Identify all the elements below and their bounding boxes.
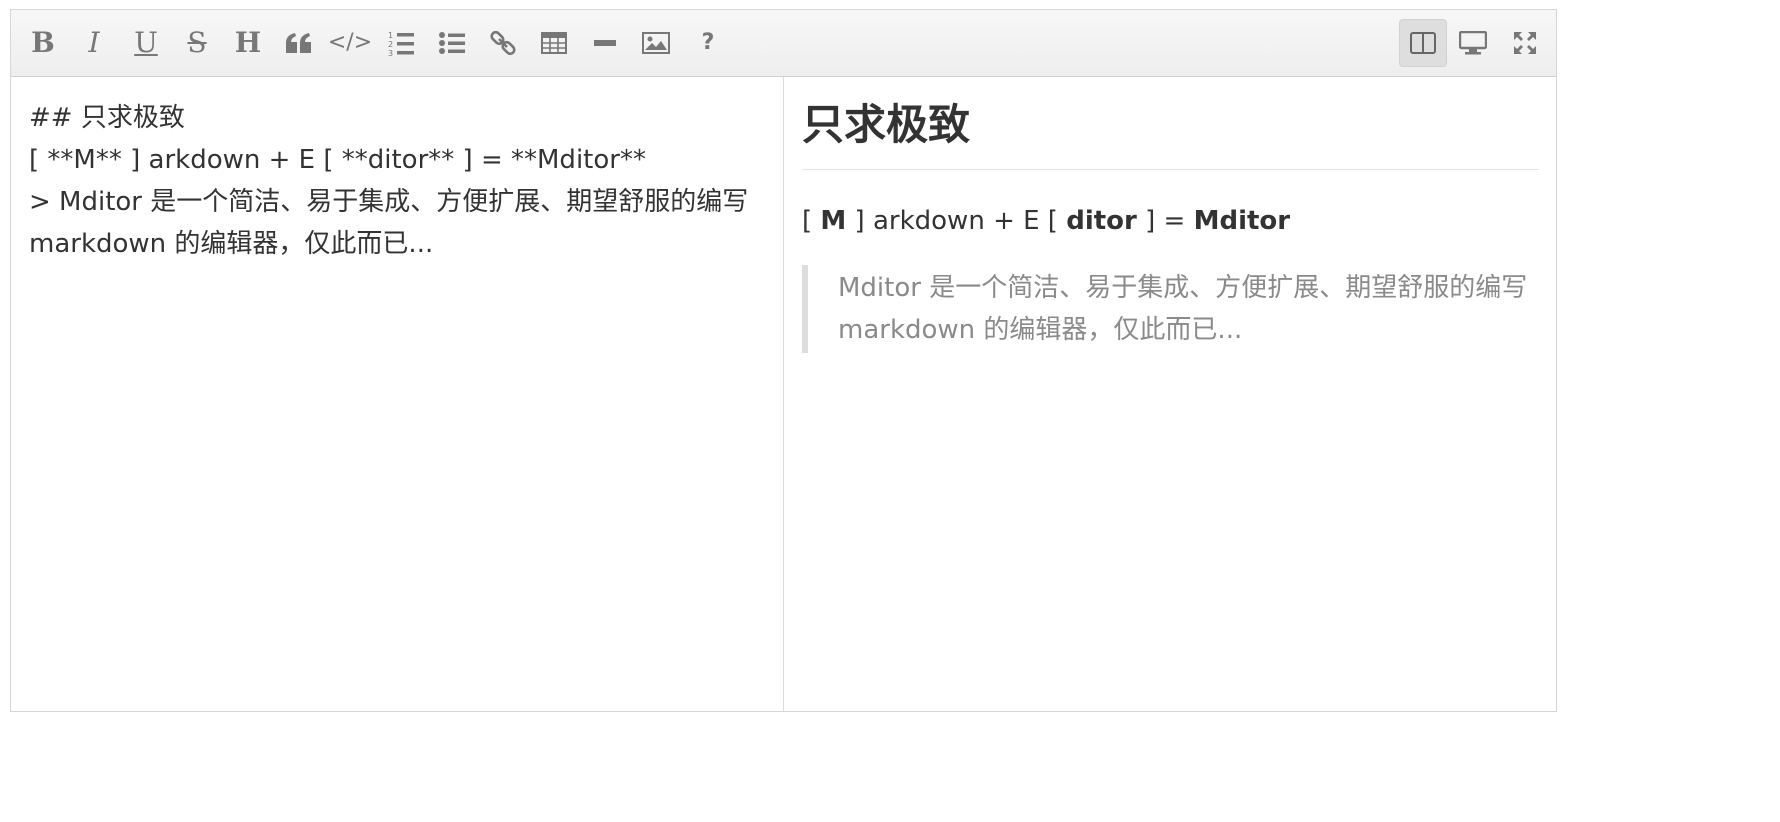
table-icon xyxy=(541,32,567,54)
svg-text:1: 1 xyxy=(388,31,393,40)
split-view-button[interactable] xyxy=(1399,19,1447,67)
monitor-icon xyxy=(1459,31,1487,55)
help-button[interactable]: ? xyxy=(686,20,730,66)
preview-blockquote: Mditor 是一个简洁、易于集成、方便扩展、期望舒服的编写 markdown … xyxy=(802,265,1539,353)
strikethrough-icon: S xyxy=(187,26,207,59)
quote-icon xyxy=(286,33,312,53)
split-view-icon xyxy=(1410,32,1436,54)
italic-button[interactable]: I xyxy=(72,20,116,66)
markdown-source-pane[interactable]: ## 只求极致 [ **M** ] arkdown + E [ **ditor*… xyxy=(11,77,783,711)
fullscreen-button[interactable] xyxy=(1503,20,1547,66)
source-line: > Mditor 是一个简洁、易于集成、方便扩展、期望舒服的编写 markdow… xyxy=(29,187,757,259)
heading-icon: H xyxy=(234,26,262,59)
svg-text:3: 3 xyxy=(388,49,393,56)
fullscreen-icon xyxy=(1513,31,1537,55)
link-icon xyxy=(490,30,516,56)
image-icon xyxy=(642,32,670,54)
strikethrough-button[interactable]: S xyxy=(175,20,219,66)
preview-heading: 只求极致 xyxy=(802,95,1539,170)
preview-text: ] arkdown + E [ xyxy=(846,206,1067,236)
preview-button[interactable] xyxy=(1451,20,1495,66)
underline-icon: U xyxy=(134,26,158,59)
preview-bold-text: ditor xyxy=(1066,206,1137,236)
horizontal-rule-icon xyxy=(594,40,616,46)
italic-icon: I xyxy=(88,26,100,59)
ordered-list-button[interactable]: 1 2 3 xyxy=(379,20,423,66)
unordered-list-button[interactable] xyxy=(430,20,474,66)
preview-paragraph: [ M ] arkdown + E [ ditor ] = Mditor xyxy=(802,201,1539,241)
source-line: [ **M** ] arkdown + E [ **ditor** ] = **… xyxy=(29,145,646,175)
table-button[interactable] xyxy=(532,20,576,66)
source-line: ## 只求极致 xyxy=(29,103,185,133)
help-icon: ? xyxy=(701,30,715,55)
svg-text:2: 2 xyxy=(388,40,393,49)
toolbar: B I U S H </> 1 2 3 ? xyxy=(11,10,1556,77)
unordered-list-icon xyxy=(439,32,465,54)
markdown-preview-pane: 只求极致 [ M ] arkdown + E [ ditor ] = Mdito… xyxy=(784,77,1556,711)
quote-button[interactable] xyxy=(277,20,321,66)
ordered-list-icon: 1 2 3 xyxy=(388,30,414,56)
preview-text: ] = xyxy=(1136,206,1194,236)
image-button[interactable] xyxy=(634,20,678,66)
link-button[interactable] xyxy=(481,20,525,66)
preview-bold-text: Mditor xyxy=(1193,206,1291,236)
horizontal-rule-button[interactable] xyxy=(583,20,627,66)
code-icon: </> xyxy=(327,30,373,55)
underline-button[interactable]: U xyxy=(124,20,168,66)
heading-button[interactable]: H xyxy=(226,20,270,66)
preview-text: [ xyxy=(802,206,821,236)
bold-icon: B xyxy=(31,26,55,59)
code-button[interactable]: </> xyxy=(328,20,372,66)
bold-button[interactable]: B xyxy=(21,20,65,66)
markdown-editor: B I U S H </> 1 2 3 ? ## 只求极致 [**M**] … xyxy=(10,9,1557,712)
preview-bold-text: M xyxy=(820,206,847,236)
